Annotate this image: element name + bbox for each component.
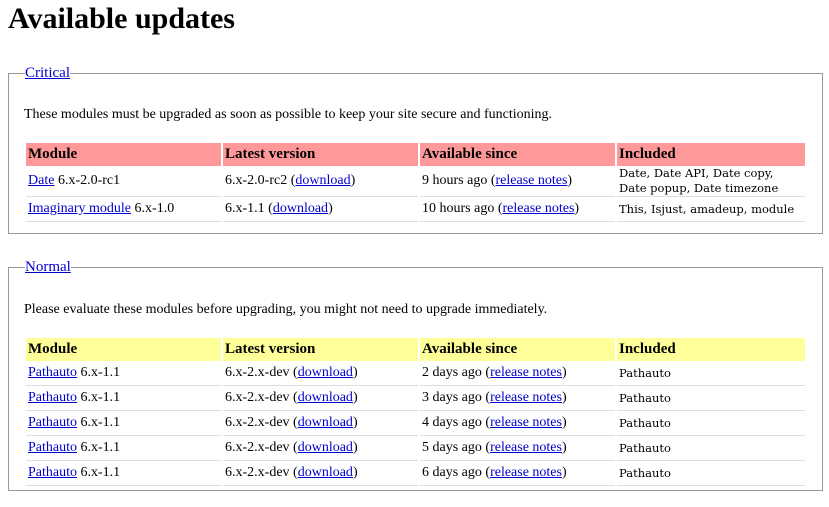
table-row: Pathauto 6.x-1.1 6.x-2.x-dev (download) … xyxy=(26,361,805,386)
latest-version-cell: 6.x-1.1 (download) xyxy=(222,196,420,222)
table-row: Pathauto 6.x-1.1 6.x-2.x-dev (download) … xyxy=(26,435,805,461)
normal-legend-link[interactable]: Normal xyxy=(25,259,71,275)
latest-version: 6.x-2.x-dev xyxy=(225,390,290,405)
critical-intro: These modules must be upgraded as soon a… xyxy=(24,107,552,122)
normal-legend: Normal xyxy=(25,259,71,275)
latest-version: 6.x-1.1 xyxy=(225,201,265,216)
available-since-cell: 3 days ago (release notes) xyxy=(419,385,617,411)
release-notes-link[interactable]: release notes xyxy=(490,415,562,430)
critical-legend-link[interactable]: Critical xyxy=(25,65,70,81)
module-version: 6.x-1.1 xyxy=(80,440,121,455)
included-cell: Pathauto xyxy=(616,410,805,436)
latest-version-cell: 6.x-2.x-dev (download) xyxy=(222,460,420,486)
critical-updates-section: Critical These modules must be upgraded … xyxy=(8,66,823,234)
available-since: 9 hours ago xyxy=(422,173,488,188)
table-row: Imaginary module 6.x-1.0 6.x-1.1 (downlo… xyxy=(26,196,805,222)
release-notes-link[interactable]: release notes xyxy=(490,440,562,455)
latest-version: 6.x-2.x-dev xyxy=(225,365,290,380)
latest-version-cell: 6.x-2.x-dev (download) xyxy=(222,385,420,411)
available-since-cell: 6 days ago (release notes) xyxy=(419,460,617,486)
column-header-module: Module xyxy=(26,143,223,166)
column-header-latest-version: Latest version xyxy=(222,338,420,361)
column-header-included: Included xyxy=(616,338,805,361)
module-link[interactable]: Pathauto xyxy=(28,365,77,380)
latest-version-cell: 6.x-2.x-dev (download) xyxy=(222,361,420,386)
module-version: 6.x-1.1 xyxy=(80,465,121,480)
available-since: 4 days ago xyxy=(422,415,482,430)
column-header-module: Module xyxy=(26,338,223,361)
available-since-cell: 5 days ago (release notes) xyxy=(419,435,617,461)
included-cell: Pathauto xyxy=(616,460,805,486)
module-link[interactable]: Imaginary module xyxy=(28,201,131,216)
release-notes-link[interactable]: release notes xyxy=(503,201,575,216)
module-link[interactable]: Pathauto xyxy=(28,390,77,405)
release-notes-link[interactable]: release notes xyxy=(490,465,562,480)
table-row: Pathauto 6.x-1.1 6.x-2.x-dev (download) … xyxy=(26,385,805,411)
download-link[interactable]: download xyxy=(298,440,353,455)
column-header-included: Included xyxy=(616,143,805,166)
module-version: 6.x-1.1 xyxy=(80,365,121,380)
critical-updates-table: Module Latest version Available since In… xyxy=(26,143,805,222)
latest-version-cell: 6.x-2.x-dev (download) xyxy=(222,410,420,436)
table-row: Pathauto 6.x-1.1 6.x-2.x-dev (download) … xyxy=(26,460,805,486)
module-link[interactable]: Pathauto xyxy=(28,415,77,430)
release-notes-link[interactable]: release notes xyxy=(490,390,562,405)
normal-updates-section: Normal Please evaluate these modules bef… xyxy=(8,260,823,491)
module-version: 6.x-1.0 xyxy=(134,201,175,216)
download-link[interactable]: download xyxy=(298,415,353,430)
normal-intro: Please evaluate these modules before upg… xyxy=(24,302,548,317)
table-row: Pathauto 6.x-1.1 6.x-2.x-dev (download) … xyxy=(26,410,805,436)
available-since-cell: 2 days ago (release notes) xyxy=(419,361,617,386)
available-since-cell: 9 hours ago (release notes) xyxy=(419,166,617,197)
latest-version: 6.x-2.0-rc2 xyxy=(225,173,288,188)
module-cell: Imaginary module 6.x-1.0 xyxy=(26,196,223,222)
available-since: 3 days ago xyxy=(422,390,482,405)
included-cell: Date, Date API, Date copy, Date popup, D… xyxy=(616,166,805,197)
available-since: 6 days ago xyxy=(422,465,482,480)
latest-version: 6.x-2.x-dev xyxy=(225,415,290,430)
available-since-cell: 10 hours ago (release notes) xyxy=(419,196,617,222)
module-version: 6.x-1.1 xyxy=(80,415,121,430)
normal-updates-table: Module Latest version Available since In… xyxy=(26,338,805,486)
module-version: 6.x-2.0-rc1 xyxy=(57,173,121,188)
module-cell: Pathauto 6.x-1.1 xyxy=(26,361,223,386)
included-cell: Pathauto xyxy=(616,385,805,411)
column-header-latest-version: Latest version xyxy=(222,143,420,166)
module-cell: Pathauto 6.x-1.1 xyxy=(26,460,223,486)
included-cell: This, Isjust, amadeup, module xyxy=(616,196,805,222)
included-cell: Pathauto xyxy=(616,435,805,461)
available-since: 10 hours ago xyxy=(422,201,495,216)
latest-version: 6.x-2.x-dev xyxy=(225,440,290,455)
latest-version-cell: 6.x-2.x-dev (download) xyxy=(222,435,420,461)
module-cell: Pathauto 6.x-1.1 xyxy=(26,410,223,436)
included-cell: Pathauto xyxy=(616,361,805,386)
download-link[interactable]: download xyxy=(298,390,353,405)
module-link[interactable]: Pathauto xyxy=(28,440,77,455)
release-notes-link[interactable]: release notes xyxy=(490,365,562,380)
module-cell: Pathauto 6.x-1.1 xyxy=(26,385,223,411)
available-since: 5 days ago xyxy=(422,440,482,455)
table-row: Date 6.x-2.0-rc1 6.x-2.0-rc2 (download) … xyxy=(26,166,805,197)
module-version: 6.x-1.1 xyxy=(80,390,121,405)
column-header-available-since: Available since xyxy=(419,338,617,361)
critical-legend: Critical xyxy=(25,65,70,81)
table-header-row: Module Latest version Available since In… xyxy=(26,143,805,166)
module-link[interactable]: Date xyxy=(28,173,54,188)
release-notes-link[interactable]: release notes xyxy=(496,173,568,188)
available-since-cell: 4 days ago (release notes) xyxy=(419,410,617,436)
latest-version: 6.x-2.x-dev xyxy=(225,465,290,480)
module-cell: Date 6.x-2.0-rc1 xyxy=(26,166,223,197)
download-link[interactable]: download xyxy=(298,365,353,380)
available-since: 2 days ago xyxy=(422,365,482,380)
page-title: Available updates xyxy=(8,2,235,35)
download-link[interactable]: download xyxy=(273,201,328,216)
module-link[interactable]: Pathauto xyxy=(28,465,77,480)
column-header-available-since: Available since xyxy=(419,143,617,166)
download-link[interactable]: download xyxy=(295,173,350,188)
latest-version-cell: 6.x-2.0-rc2 (download) xyxy=(222,166,420,197)
download-link[interactable]: download xyxy=(298,465,353,480)
module-cell: Pathauto 6.x-1.1 xyxy=(26,435,223,461)
table-header-row: Module Latest version Available since In… xyxy=(26,338,805,361)
